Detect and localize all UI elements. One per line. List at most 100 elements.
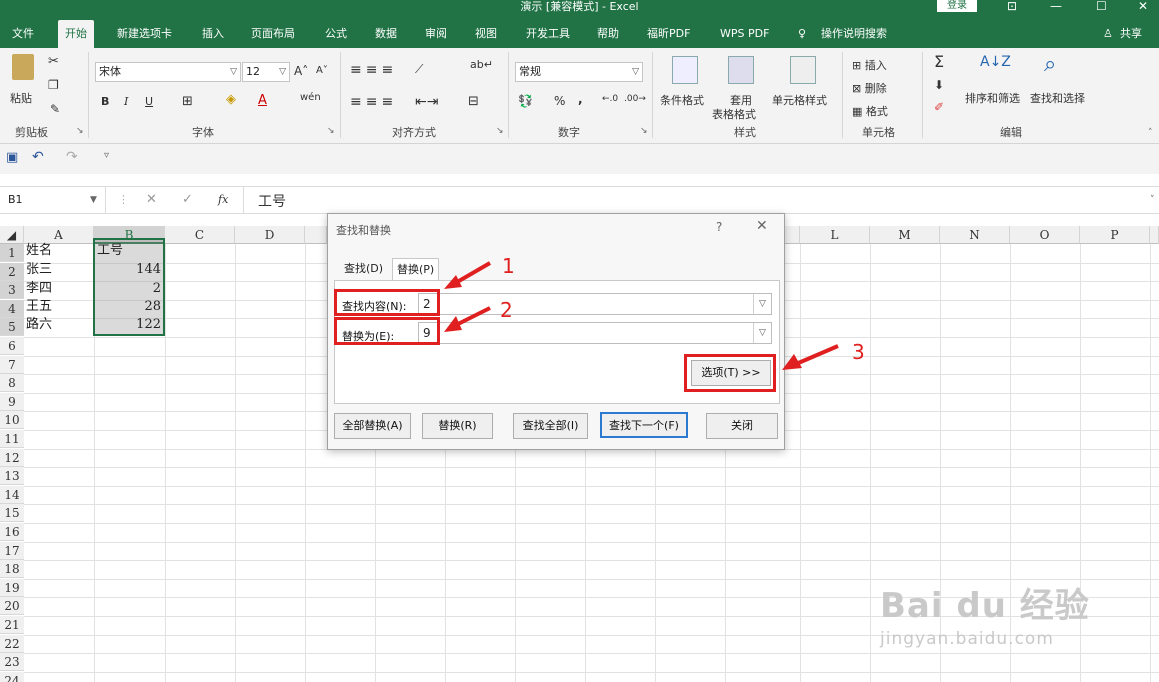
insert-function-button[interactable]: fx [218,193,228,206]
undo-icon[interactable]: ↶ [32,149,44,165]
close-window-button[interactable]: ✕ [1138,0,1148,12]
confirm-edit-icon[interactable]: ✓ [182,192,193,207]
tab-developer[interactable]: 开发工具 [526,20,570,48]
row-header[interactable]: 24 [0,671,24,682]
row-header[interactable]: 7 [0,355,24,374]
column-header-c[interactable]: C [165,226,235,244]
italic-button[interactable]: I [124,95,128,108]
grow-font-icon[interactable]: A˄ [294,64,308,78]
cell-b1[interactable]: 工号 [95,242,125,260]
decrease-decimal-icon[interactable]: .00→ [624,94,646,104]
horizontal-align-icons[interactable]: ≡≡≡ [350,94,397,110]
find-select-icon[interactable]: ⌕ [1044,52,1056,77]
chevron-down-icon[interactable]: ▽ [753,323,771,343]
cell-b5[interactable]: 122 [95,316,163,334]
row-header[interactable]: 5 [0,318,24,337]
ribbon-display-icon[interactable]: ⊡ [1007,0,1017,12]
increase-decimal-icon[interactable]: ←.0 [602,94,618,104]
row-header[interactable]: 13 [0,467,24,486]
paste-button[interactable]: 粘贴 [10,90,32,106]
tab-wps-pdf[interactable]: WPS PDF [720,20,769,48]
cell-b4[interactable]: 28 [95,298,163,316]
tab-replace[interactable]: 替换(P) [392,258,440,280]
row-header[interactable]: 4 [0,299,24,318]
tab-new[interactable]: 新建选项卡 [117,20,172,48]
row-header[interactable]: 22 [0,634,24,653]
row-header[interactable]: 18 [0,560,24,579]
column-header-k[interactable] [785,226,800,244]
share-button[interactable]: 共享 [1120,20,1142,48]
format-cells-button[interactable]: ▦ 格式 [852,103,888,119]
alignment-launcher-icon[interactable]: ↘ [496,126,504,136]
sort-filter-button[interactable]: 排序和筛选 [965,90,1020,106]
cell-a3[interactable]: 李四 [24,280,54,298]
font-size-select[interactable]: 12 ▽ [242,62,290,82]
tab-find[interactable]: 查找(D) [340,258,387,280]
tab-home[interactable]: 开始 [58,20,94,48]
name-box[interactable]: B1 ▼ [0,187,106,213]
row-header[interactable]: 15 [0,504,24,523]
column-header-o[interactable]: O [1010,226,1080,244]
select-all-corner[interactable]: ◢ [0,226,24,244]
tell-me-search[interactable]: 操作说明搜索 [821,20,887,48]
delete-cells-button[interactable]: ⊠ 删除 [852,80,887,96]
cell-styles-button[interactable]: 单元格样式 [772,92,827,108]
column-header-p[interactable]: P [1080,226,1150,244]
orientation-icon[interactable]: ⟋ [415,62,423,77]
find-select-button[interactable]: 查找和选择 [1030,90,1085,106]
row-header[interactable]: 21 [0,616,24,634]
merge-center-icon[interactable]: ⊟ [468,94,479,109]
close-button[interactable]: 关闭 [706,413,778,439]
cell-a4[interactable]: 王五 [24,298,54,316]
wrap-text-icon[interactable]: ab↵ [470,58,493,71]
table-format-icon[interactable] [728,56,754,84]
dialog-close-icon[interactable]: ✕ [756,218,768,234]
insert-cells-button[interactable]: ⊞ 插入 [852,57,887,73]
cell-b2[interactable]: 144 [95,261,163,279]
cut-icon[interactable]: ✂ [48,54,59,69]
conditional-format-button[interactable]: 条件格式 [660,92,704,108]
share-icon[interactable]: ♙ [1103,20,1113,48]
sort-filter-icon[interactable]: A↓Z [980,54,1011,70]
currency-icon[interactable]: 💱 [518,94,533,108]
clipboard-launcher-icon[interactable]: ↘ [76,126,84,136]
cell-b3[interactable]: 2 [95,280,163,298]
row-header[interactable]: 20 [0,597,24,616]
row-header[interactable]: 10 [0,411,24,430]
row-header[interactable]: 1 [0,244,24,262]
row-header[interactable]: 9 [0,392,24,411]
copy-icon[interactable]: ❐ [48,78,59,92]
row-header[interactable]: 23 [0,653,24,672]
fill-color-icon[interactable]: ◈ [226,92,236,107]
tab-file[interactable]: 文件 [12,20,34,48]
chevron-down-icon[interactable]: ▽ [753,294,771,314]
redo-icon[interactable]: ↷ [66,149,78,165]
column-header-m[interactable]: M [870,226,940,244]
phonetic-icon[interactable]: wén [300,92,321,103]
conditional-format-icon[interactable] [672,56,698,84]
formula-input[interactable]: 工号 [258,191,286,211]
find-all-button[interactable]: 查找全部(I) [513,413,588,439]
tab-review[interactable]: 审阅 [425,20,447,48]
tab-page-layout[interactable]: 页面布局 [251,20,295,48]
cell-styles-icon[interactable] [790,56,816,84]
row-header[interactable]: 14 [0,485,24,504]
comma-button[interactable]: , [578,92,583,106]
expand-formula-bar-icon[interactable]: ˅ [1150,195,1155,205]
column-header-e[interactable] [305,226,327,244]
fill-icon[interactable]: ⬇ [934,78,944,92]
cancel-edit-icon[interactable]: ✕ [146,192,157,207]
font-color-icon[interactable]: A [258,93,267,108]
vertical-align-icons[interactable]: ≡≡≡ [350,62,397,78]
border-icon[interactable]: ⊞ [182,94,193,109]
help-button[interactable]: ? [716,220,722,234]
column-header-q[interactable] [1150,226,1159,244]
clear-icon[interactable]: ✐ [934,100,944,114]
percent-button[interactable]: % [554,94,565,108]
replace-button[interactable]: 替换(R) [422,413,493,439]
number-launcher-icon[interactable]: ↘ [640,126,648,136]
maximize-button[interactable]: ☐ [1096,0,1107,12]
column-header-l[interactable]: L [800,226,870,244]
row-header[interactable]: 3 [0,281,24,300]
number-format-select[interactable]: 常规 ▽ [515,62,643,82]
